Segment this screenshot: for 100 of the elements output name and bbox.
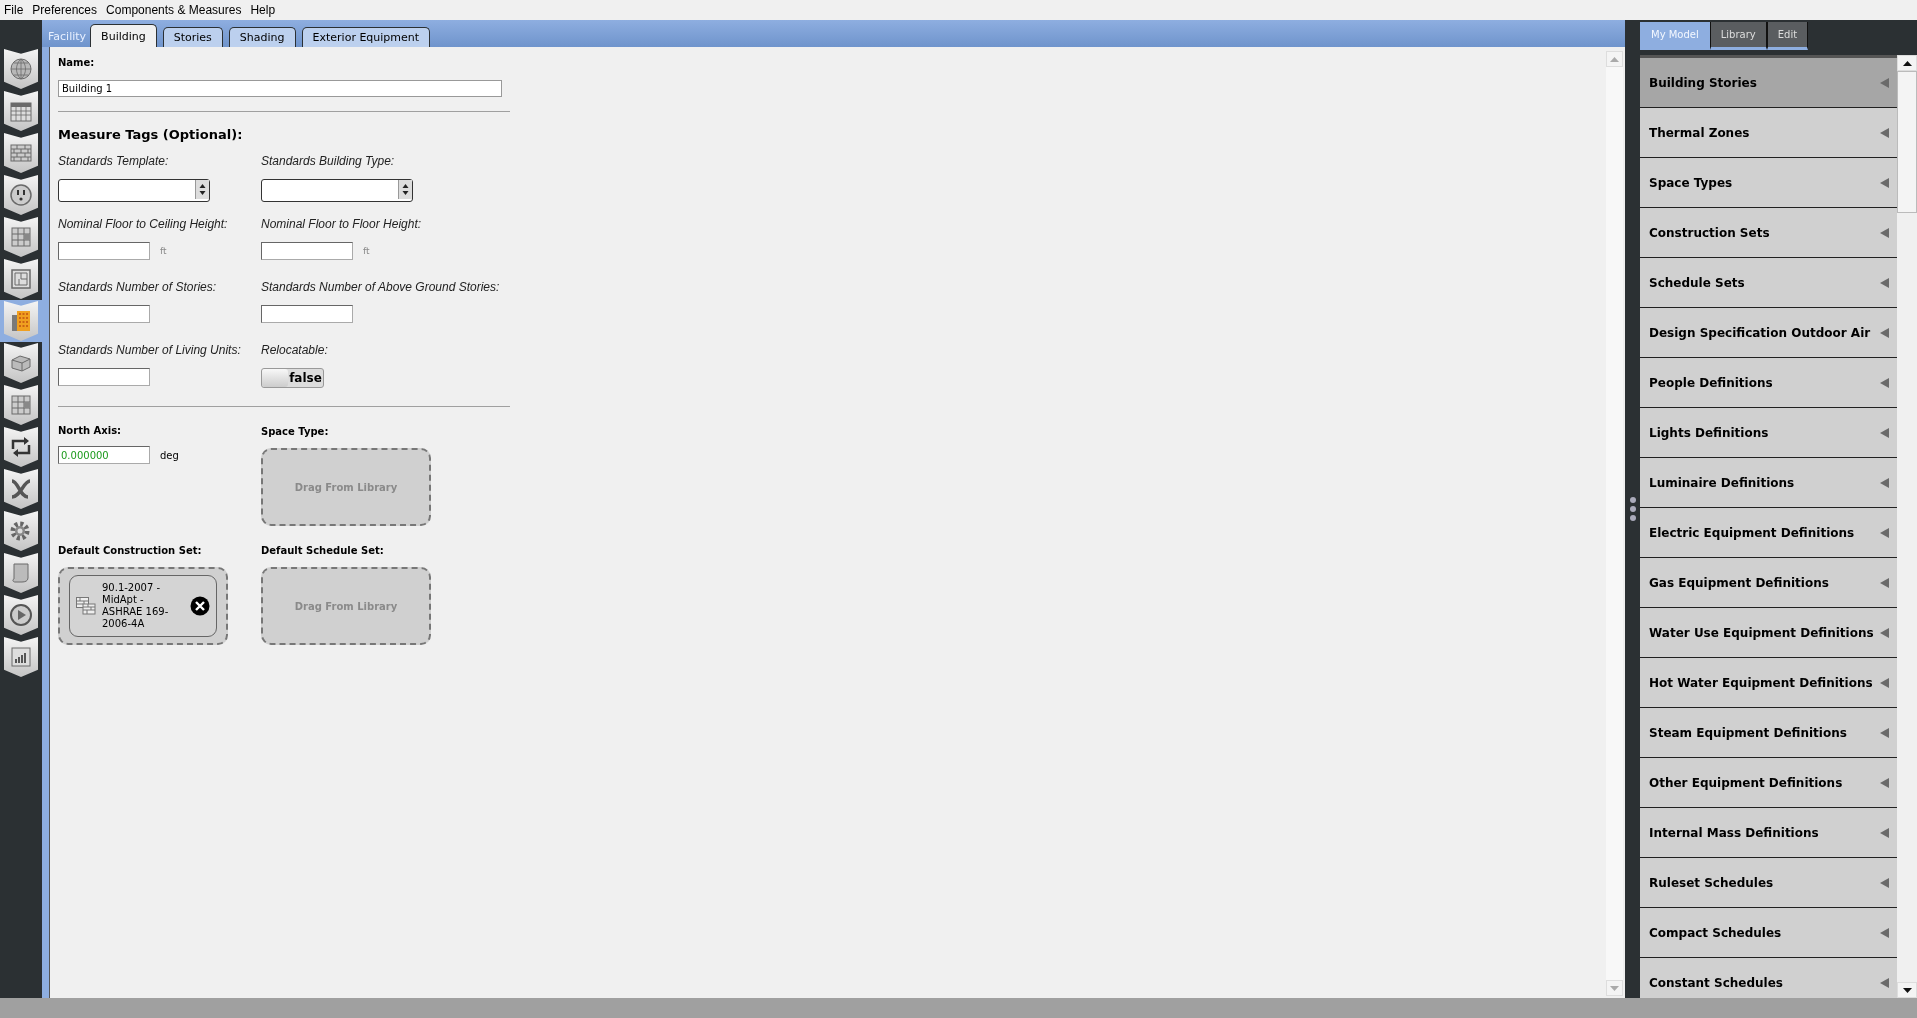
sidebar-tab[interactable]	[4, 553, 38, 593]
field-label: Standards Building Type:	[261, 154, 396, 169]
category-item[interactable]: Space Types	[1640, 158, 1897, 208]
category-item[interactable]: Ruleset Schedules	[1640, 858, 1897, 908]
tab[interactable]: Stories	[162, 27, 223, 47]
sidebar-tab[interactable]	[4, 469, 38, 509]
menu-item[interactable]: Components & Measures	[102, 3, 247, 17]
category-item[interactable]: Hot Water Equipment Definitions	[1640, 658, 1897, 708]
menu-item[interactable]: Help	[246, 3, 281, 17]
brick-wall-icon	[76, 597, 96, 615]
category-item[interactable]: Design Specification Outdoor Air	[1640, 308, 1897, 358]
unit-label: ft	[363, 246, 370, 256]
sidebar-tab[interactable]	[4, 49, 38, 89]
input-field[interactable]	[58, 242, 150, 260]
sidebar-tab[interactable]	[4, 595, 38, 635]
category-item[interactable]: Luminaire Definitions	[1640, 458, 1897, 508]
building-icon	[9, 309, 33, 333]
unit-label: deg	[160, 449, 179, 461]
category-item[interactable]: Gas Equipment Definitions	[1640, 558, 1897, 608]
caret-icon	[1880, 227, 1889, 238]
toggle-switch[interactable]: false	[261, 368, 324, 388]
input-field[interactable]	[58, 368, 150, 386]
menu-item[interactable]: Preferences	[28, 3, 103, 17]
sidebar-tab[interactable]	[4, 385, 38, 425]
field-label: Nominal Floor to Floor Height:	[261, 217, 423, 232]
tab[interactable]: Edit	[1766, 22, 1809, 50]
field-label: Nominal Floor to Ceiling Height:	[58, 217, 229, 232]
brick-wall-icon	[9, 141, 33, 165]
input-field[interactable]: 0.000000	[58, 446, 150, 464]
sidebar-tab[interactable]	[4, 133, 38, 173]
category-item[interactable]: Water Use Equipment Definitions	[1640, 608, 1897, 658]
category-item[interactable]: Constant Schedules	[1640, 958, 1897, 998]
caret-icon	[1880, 427, 1889, 438]
field-label: Default Construction Set:	[58, 545, 202, 556]
category-item[interactable]: Construction Sets	[1640, 208, 1897, 258]
field-label: Space Type:	[261, 426, 329, 437]
category-item[interactable]: People Definitions	[1640, 358, 1897, 408]
section-heading: Measure Tags (Optional):	[58, 127, 244, 142]
caret-icon	[1880, 477, 1889, 488]
tab[interactable]: Exterior Equipment	[301, 27, 431, 47]
combo-box[interactable]	[261, 179, 413, 202]
category-item[interactable]: Thermal Zones	[1640, 108, 1897, 158]
caret-icon	[1880, 277, 1889, 288]
cube-grid-icon	[9, 225, 33, 249]
category-item[interactable]: Lights Definitions	[1640, 408, 1897, 458]
caret-icon	[1880, 877, 1889, 888]
sidebar-tab[interactable]	[4, 217, 38, 257]
remove-button[interactable]	[190, 596, 210, 616]
caret-icon	[1880, 527, 1889, 538]
input-field[interactable]	[261, 305, 353, 323]
sidebar-tab[interactable]	[4, 343, 38, 383]
down-arrow-icon	[1902, 987, 1912, 993]
category-item[interactable]: Steam Equipment Definitions	[1640, 708, 1897, 758]
caret-icon	[1880, 327, 1889, 338]
menu-item[interactable]: File	[0, 3, 29, 17]
down-arrow-icon	[1610, 985, 1619, 991]
floor-plan-icon	[9, 267, 33, 291]
field-label: Default Schedule Set:	[261, 545, 384, 556]
field-label: Name:	[58, 57, 96, 68]
category-item[interactable]: Electric Equipment Definitions	[1640, 508, 1897, 558]
caret-icon	[1880, 77, 1889, 88]
combo-box[interactable]	[58, 179, 210, 202]
category-item[interactable]: Internal Mass Definitions	[1640, 808, 1897, 858]
tab[interactable]: Shading	[228, 27, 296, 47]
scroll-thumb[interactable]	[1897, 71, 1917, 213]
scroll-up-button[interactable]	[1897, 55, 1917, 71]
sidebar-tab[interactable]	[4, 91, 38, 131]
loop-arrows-icon	[9, 435, 33, 459]
scroll-down-button[interactable]	[1897, 982, 1917, 998]
construction-set-item[interactable]: 90.1-2007 - MidApt - ASHRAE 169-2006-4A	[69, 575, 217, 637]
field-label: Relocatable:	[261, 343, 329, 358]
unit-label: ft	[160, 246, 167, 256]
curve-cross-icon	[9, 477, 33, 501]
tab[interactable]: Building	[90, 24, 157, 47]
category-item[interactable]: Other Equipment Definitions	[1640, 758, 1897, 808]
drop-zone[interactable]: 90.1-2007 - MidApt - ASHRAE 169-2006-4A	[58, 567, 228, 645]
sidebar-tab[interactable]	[4, 637, 38, 677]
sidebar-tab[interactable]	[4, 427, 38, 467]
category-item[interactable]: Building Stories	[1640, 58, 1897, 108]
sidebar-tab[interactable]	[4, 511, 38, 551]
caret-icon	[1880, 777, 1889, 788]
category-item[interactable]: Schedule Sets	[1640, 258, 1897, 308]
spinner-icon	[195, 180, 209, 199]
tab[interactable]: Library	[1709, 22, 1767, 50]
field-label: North Axis:	[58, 425, 123, 436]
bar-chart-icon	[9, 645, 33, 669]
play-icon	[9, 603, 33, 627]
caret-icon	[1880, 377, 1889, 388]
input-field[interactable]	[261, 242, 353, 260]
globe-icon	[9, 57, 33, 81]
power-outlet-icon	[9, 183, 33, 207]
category-item[interactable]: Compact Schedules	[1640, 908, 1897, 958]
field-label: Standards Number of Living Units:	[58, 343, 242, 358]
name-field[interactable]: Building 1	[58, 80, 502, 97]
sidebar-tab[interactable]	[4, 175, 38, 215]
scrollbar[interactable]	[1897, 55, 1917, 998]
sidebar-tab[interactable]	[4, 259, 38, 299]
caret-icon	[1880, 827, 1889, 838]
input-field[interactable]	[58, 305, 150, 323]
caret-icon	[1880, 577, 1889, 588]
